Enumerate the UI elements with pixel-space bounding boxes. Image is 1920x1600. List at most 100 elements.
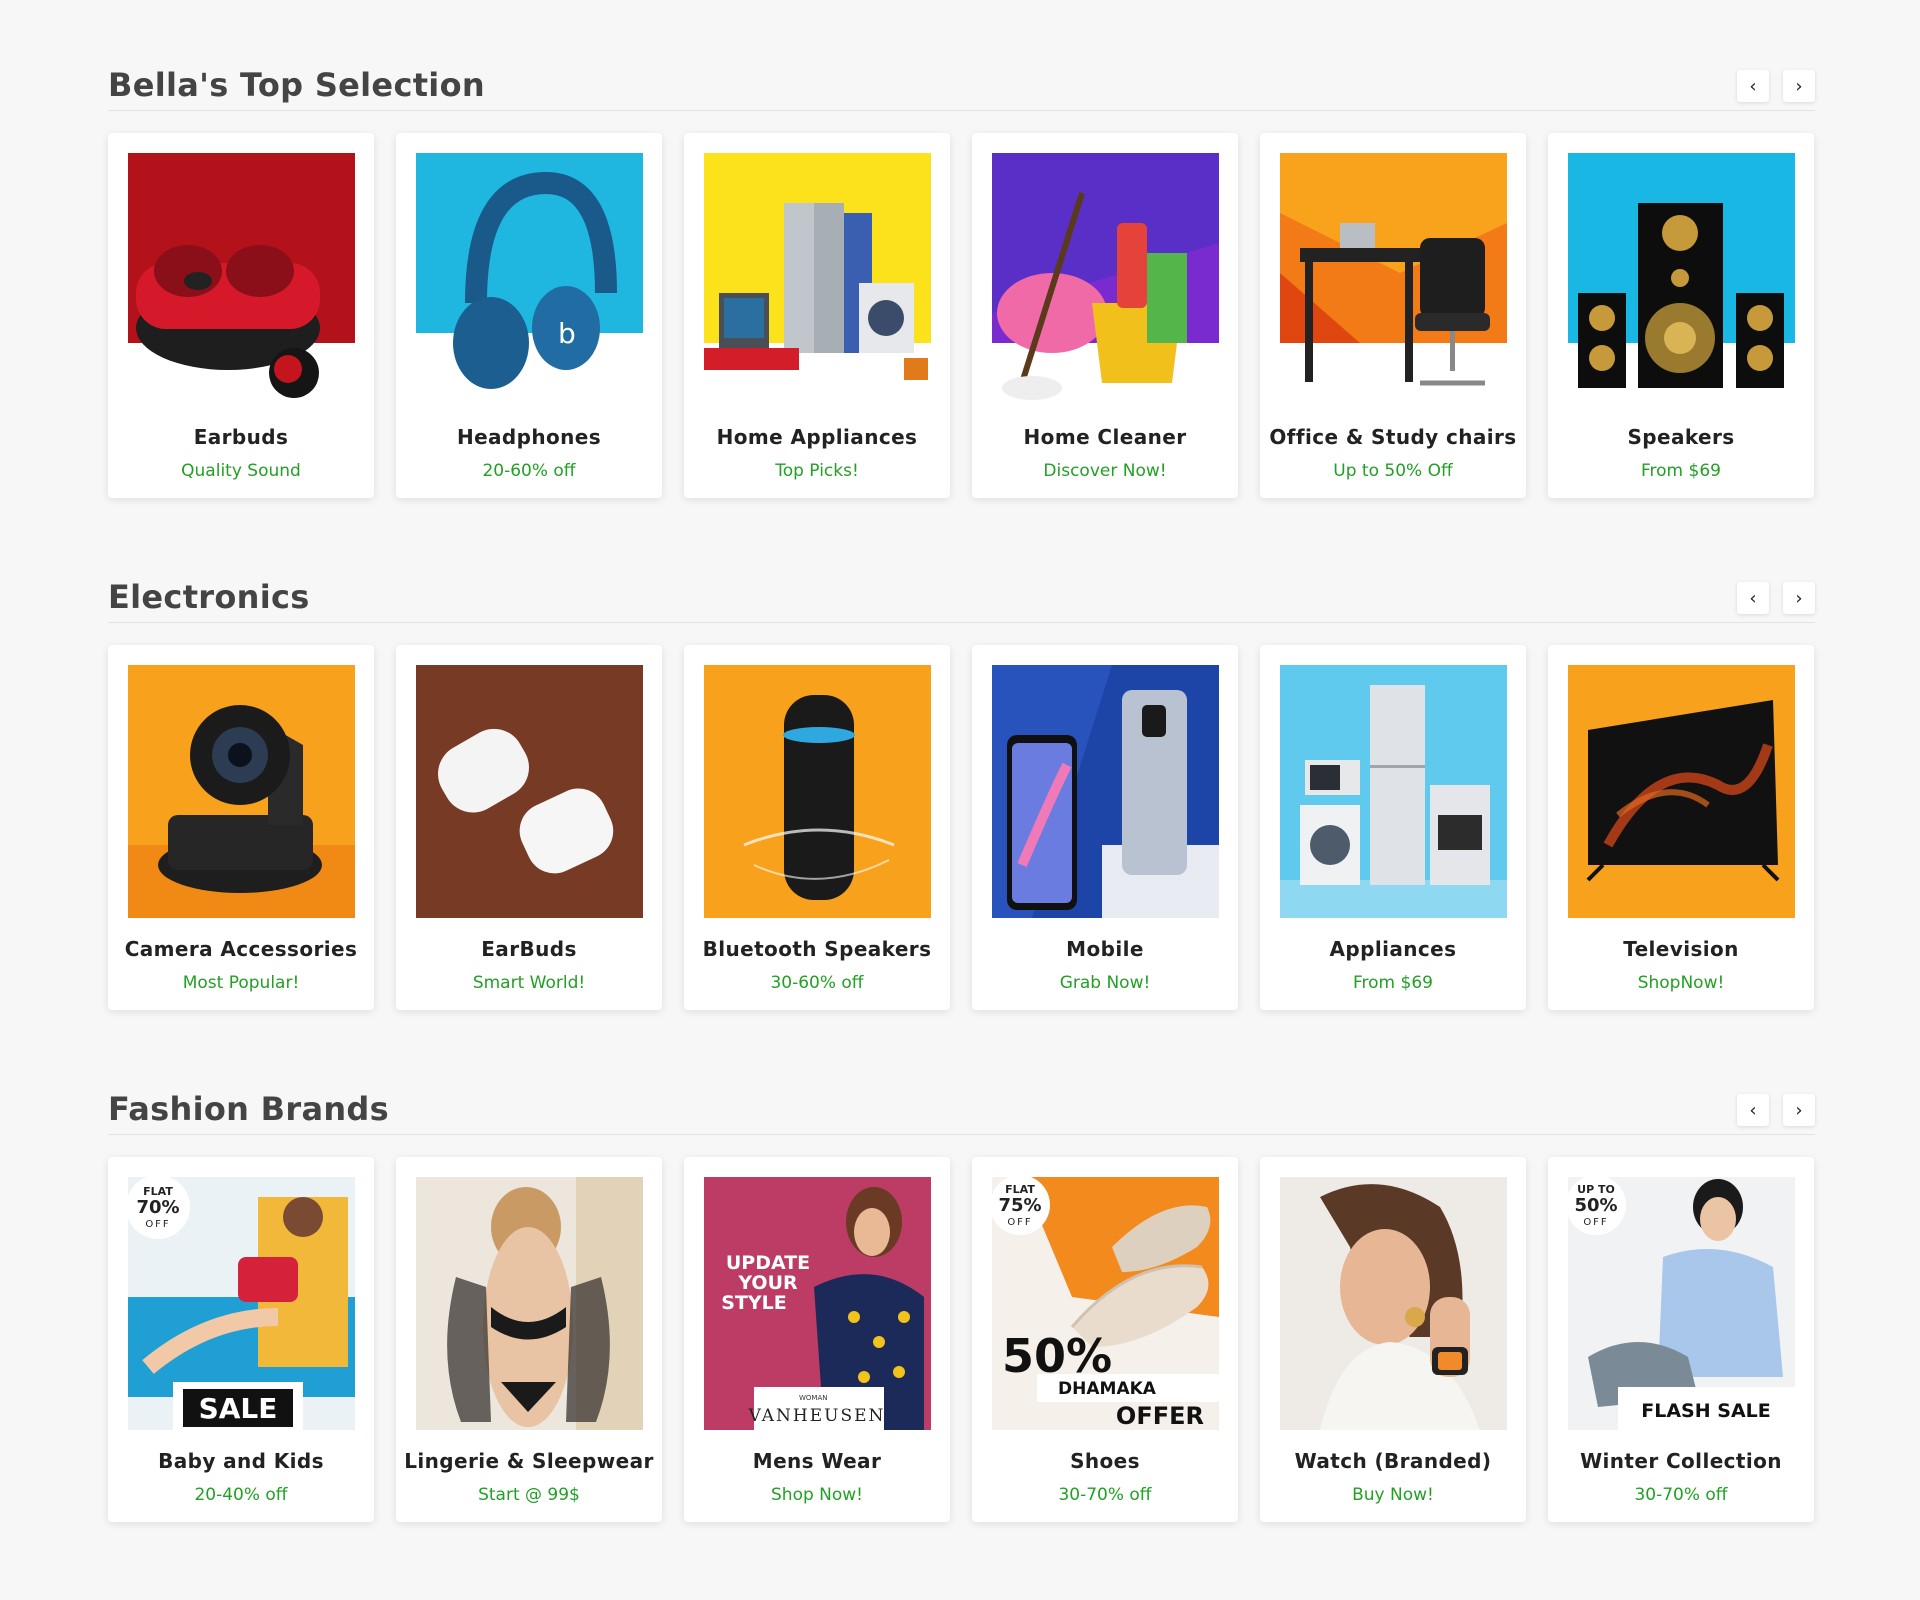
product-card[interactable]: Appliances From $69 <box>1260 645 1526 1010</box>
badge-value: 50% <box>1574 1195 1617 1216</box>
section-header: Fashion Brands ‹ › <box>108 1074 1815 1135</box>
badge-line: OFF <box>145 1219 170 1230</box>
product-card[interactable]: Television ShopNow! <box>1548 645 1814 1010</box>
svg-text:VANHEUSEN: VANHEUSEN <box>748 1406 886 1426</box>
product-offer: 20-40% off <box>194 1485 288 1505</box>
section-header: Electronics ‹ › <box>108 562 1815 623</box>
promo-line: DHAMAKA <box>1058 1379 1157 1399</box>
product-name: Lingerie & Sleepwear <box>404 1449 654 1473</box>
product-name: Speakers <box>1627 425 1735 449</box>
section-electronics: Electronics ‹ › Camera Accessories Most … <box>108 562 1815 1010</box>
product-offer: Top Picks! <box>775 461 859 481</box>
product-card[interactable]: Bluetooth Speakers 30-60% off <box>684 645 950 1010</box>
prev-button[interactable]: ‹ <box>1737 1094 1769 1126</box>
product-offer: Buy Now! <box>1352 1485 1434 1505</box>
product-name: Home Appliances <box>716 425 918 449</box>
product-card[interactable]: Office & Study chairs Up to 50% Off <box>1260 133 1526 498</box>
svg-text:SALE: SALE <box>199 1392 278 1425</box>
svg-text:OFFER: OFFER <box>1116 1402 1204 1430</box>
product-name: Camera Accessories <box>124 937 358 961</box>
product-name: Mens Wear <box>752 1449 882 1473</box>
prev-button[interactable]: ‹ <box>1737 582 1769 614</box>
baby-kids-image: FLAT 70% OFF SALE <box>128 1177 355 1430</box>
svg-text:UPDATE: UPDATE <box>726 1252 810 1274</box>
svg-text:OFF: OFF <box>1007 1217 1032 1228</box>
product-card[interactable]: Earbuds Quality Sound <box>108 133 374 498</box>
product-offer: Quality Sound <box>181 461 301 481</box>
product-carousel: Earbuds Quality Sound b Headphones 20-60… <box>108 133 1815 498</box>
svg-text:WOMAN: WOMAN <box>799 1394 828 1402</box>
product-card[interactable]: Home Cleaner Discover Now! <box>972 133 1238 498</box>
section-title: Fashion Brands <box>108 1090 389 1128</box>
svg-text:OFF: OFF <box>145 1219 170 1230</box>
brand-subtitle: WOMAN <box>799 1394 828 1402</box>
badge-line: OFF <box>1007 1217 1032 1228</box>
headphones-image: b <box>416 153 643 406</box>
television-image <box>1568 665 1795 918</box>
speakers-image <box>1568 153 1795 406</box>
chevron-left-icon: ‹ <box>1749 587 1757 609</box>
product-card[interactable]: Mobile Grab Now! <box>972 645 1238 1010</box>
product-card[interactable]: Lingerie & Sleepwear Start @ 99$ <box>396 1157 662 1522</box>
product-offer: 30-70% off <box>1058 1485 1152 1505</box>
home-cleaner-image <box>992 153 1219 406</box>
carousel-controls: ‹ › <box>1737 582 1815 614</box>
next-button[interactable]: › <box>1783 582 1815 614</box>
lingerie-image <box>416 1177 643 1430</box>
product-name: EarBuds <box>481 937 577 961</box>
svg-text:YOUR: YOUR <box>737 1272 798 1294</box>
product-name: Bluetooth Speakers <box>702 937 932 961</box>
chevron-left-icon: ‹ <box>1749 1099 1757 1121</box>
product-card[interactable]: FLAT 70% OFF SALE Baby and Kids 20-40% o… <box>108 1157 374 1522</box>
product-offer: From $69 <box>1641 461 1721 481</box>
product-offer: 30-70% off <box>1634 1485 1728 1505</box>
bluetooth-speaker-image <box>704 665 931 918</box>
prev-button[interactable]: ‹ <box>1737 70 1769 102</box>
home-appliances-image <box>704 153 931 406</box>
product-card[interactable]: Watch (Branded) Buy Now! <box>1260 1157 1526 1522</box>
chevron-right-icon: › <box>1795 1099 1803 1121</box>
section-header: Bella's Top Selection ‹ › <box>108 50 1815 111</box>
product-carousel: Camera Accessories Most Popular! EarBuds… <box>108 645 1815 1010</box>
chevron-right-icon: › <box>1795 587 1803 609</box>
product-name: Appliances <box>1329 937 1457 961</box>
product-card[interactable]: UP TO 50% OFF FLASH SALE Winter Collecti… <box>1548 1157 1814 1522</box>
product-name: Baby and Kids <box>158 1449 324 1473</box>
next-button[interactable]: › <box>1783 70 1815 102</box>
product-card[interactable]: FLAT 75% OFF 50% DHAMAKA OFFER Shoes 30-… <box>972 1157 1238 1522</box>
product-name: Television <box>1623 937 1739 961</box>
carousel-controls: ‹ › <box>1737 70 1815 102</box>
product-card[interactable]: Home Appliances Top Picks! <box>684 133 950 498</box>
product-offer: Shop Now! <box>771 1485 863 1505</box>
svg-text:75%: 75% <box>998 1195 1041 1216</box>
svg-text:STYLE: STYLE <box>721 1292 787 1314</box>
svg-text:70%: 70% <box>136 1197 179 1218</box>
chevron-right-icon: › <box>1795 75 1803 97</box>
svg-text:OFF: OFF <box>1583 1217 1608 1228</box>
product-card[interactable]: EarBuds Smart World! <box>396 645 662 1010</box>
product-card[interactable]: b Headphones 20-60% off <box>396 133 662 498</box>
badge-line: OFF <box>1583 1217 1608 1228</box>
product-card[interactable]: UPDATE YOUR STYLE WOMAN VANHEUSEN Mens W… <box>684 1157 950 1522</box>
appliances-image <box>1280 665 1507 918</box>
page: Bella's Top Selection ‹ › Earbuds Qualit… <box>0 0 1920 1600</box>
product-name: Office & Study chairs <box>1269 425 1517 449</box>
brand-logo: VANHEUSEN <box>748 1406 886 1426</box>
product-offer: From $69 <box>1353 973 1433 993</box>
product-offer: 30-60% off <box>770 973 864 993</box>
product-card[interactable]: Camera Accessories Most Popular! <box>108 645 374 1010</box>
svg-text:50%: 50% <box>1574 1195 1617 1216</box>
section-title: Electronics <box>108 578 310 616</box>
product-offer: Smart World! <box>472 973 586 993</box>
flash-sale-banner: FLASH SALE <box>1641 1400 1770 1422</box>
product-name: Mobile <box>1066 937 1144 961</box>
product-name: Shoes <box>1070 1449 1140 1473</box>
product-name: Watch (Branded) <box>1294 1449 1492 1473</box>
product-card[interactable]: Speakers From $69 <box>1548 133 1814 498</box>
badge-value: 70% <box>136 1197 179 1218</box>
svg-text:DHAMAKA: DHAMAKA <box>1058 1379 1157 1399</box>
product-offer: Most Popular! <box>182 973 300 993</box>
svg-text:b: b <box>558 317 576 350</box>
watch-image <box>1280 1177 1507 1430</box>
next-button[interactable]: › <box>1783 1094 1815 1126</box>
